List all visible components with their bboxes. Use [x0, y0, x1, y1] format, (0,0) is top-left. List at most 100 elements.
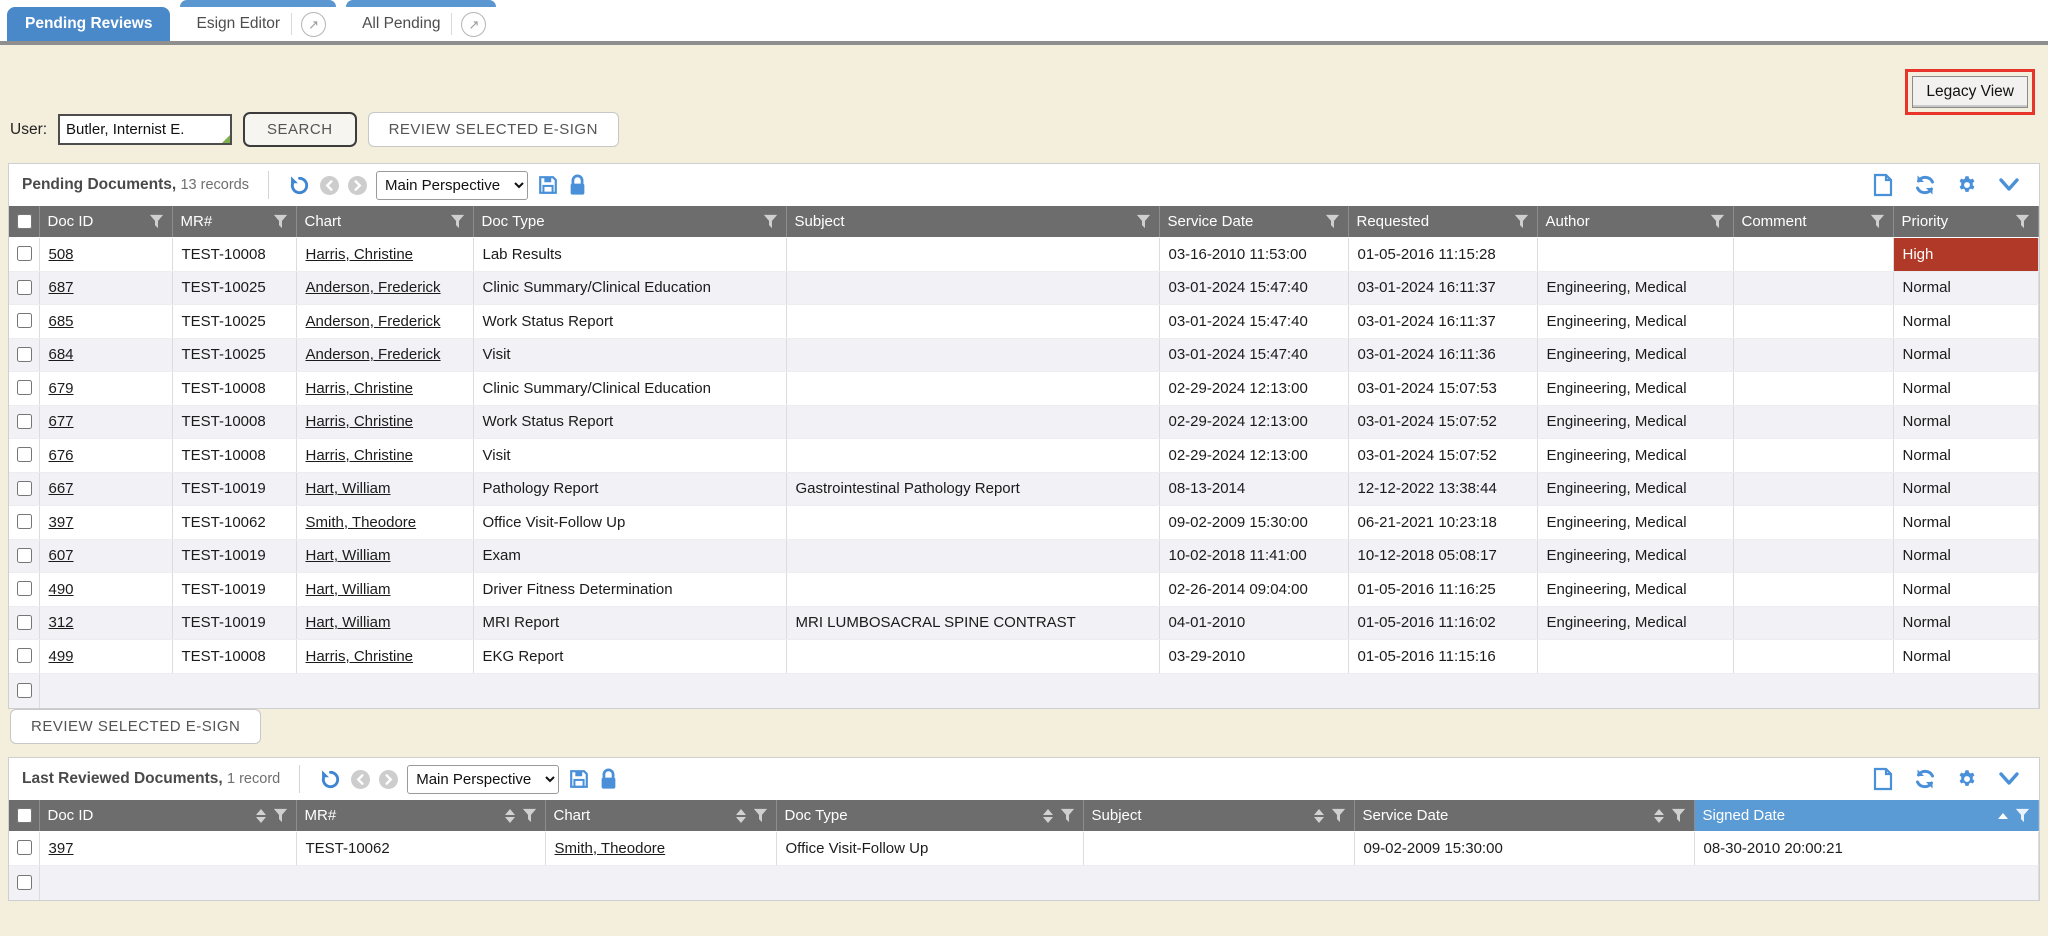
chart-link[interactable]: Anderson, Frederick: [306, 346, 441, 363]
next-perspective-icon[interactable]: [379, 770, 398, 789]
gear-icon[interactable]: [1956, 768, 1978, 790]
save-perspective-icon[interactable]: [537, 174, 559, 196]
doc-id-link[interactable]: 667: [49, 480, 74, 497]
row-checkbox[interactable]: [17, 380, 32, 395]
doc-type-cell: Exam: [473, 539, 786, 573]
doc-id-link[interactable]: 684: [49, 346, 74, 363]
gear-icon[interactable]: [1956, 174, 1978, 196]
tab-all-pending[interactable]: All Pending ↗: [346, 0, 496, 41]
row-checkbox[interactable]: [17, 548, 32, 563]
legacy-view-button[interactable]: Legacy View: [1912, 76, 2028, 108]
col-header-mr[interactable]: MR#: [296, 800, 545, 832]
undo-icon[interactable]: [288, 174, 311, 197]
doc-id-link[interactable]: 677: [49, 413, 74, 430]
col-header-subject[interactable]: Subject: [786, 206, 1159, 238]
refresh-icon[interactable]: [1913, 767, 1937, 791]
doc-id-link[interactable]: 397: [49, 840, 74, 857]
prev-perspective-icon[interactable]: [320, 176, 339, 195]
refresh-icon[interactable]: [1913, 173, 1937, 197]
chart-link[interactable]: Harris, Christine: [306, 246, 414, 263]
col-header-requested[interactable]: Requested: [1348, 206, 1537, 238]
row-checkbox[interactable]: [17, 481, 32, 496]
chart-link[interactable]: Anderson, Frederick: [306, 313, 441, 330]
select-all-checkbox[interactable]: [17, 808, 32, 823]
next-perspective-icon[interactable]: [348, 176, 367, 195]
pending-reviews-screen: Pending Reviews Esign Editor ↗ All Pendi…: [0, 0, 2048, 936]
doc-id-link[interactable]: 490: [49, 581, 74, 598]
col-header-comment[interactable]: Comment: [1733, 206, 1893, 238]
collapse-chevron-icon[interactable]: [1997, 769, 2021, 789]
external-link-icon[interactable]: ↗: [461, 12, 486, 37]
row-checkbox[interactable]: [17, 447, 32, 462]
doc-id-link[interactable]: 312: [49, 614, 74, 631]
search-button[interactable]: SEARCH: [243, 112, 357, 147]
filter-icon: [1870, 214, 1885, 229]
row-checkbox[interactable]: [17, 347, 32, 362]
doc-id-link[interactable]: 397: [49, 514, 74, 531]
row-checkbox[interactable]: [17, 280, 32, 295]
col-header-service-date[interactable]: Service Date: [1354, 800, 1694, 832]
lock-icon[interactable]: [568, 174, 587, 196]
col-header-doc-id[interactable]: Doc ID: [39, 206, 172, 238]
row-checkbox[interactable]: [17, 246, 32, 261]
row-checkbox[interactable]: [17, 313, 32, 328]
col-header-mr[interactable]: MR#: [172, 206, 296, 238]
chart-link[interactable]: Smith, Theodore: [306, 514, 417, 531]
review-selected-esign-button-top[interactable]: REVIEW SELECTED E-SIGN: [368, 112, 619, 147]
external-link-icon[interactable]: ↗: [301, 12, 326, 37]
doc-type-cell: Visit: [473, 439, 786, 473]
new-document-icon[interactable]: [1872, 767, 1894, 791]
collapse-chevron-icon[interactable]: [1997, 175, 2021, 195]
new-document-icon[interactable]: [1872, 173, 1894, 197]
chart-link[interactable]: Harris, Christine: [306, 447, 414, 464]
undo-icon[interactable]: [319, 768, 342, 791]
row-checkbox-cell: [9, 271, 39, 305]
chart-link[interactable]: Smith, Theodore: [555, 840, 666, 857]
tab-pending-reviews[interactable]: Pending Reviews: [7, 7, 170, 41]
priority-cell: Normal: [1893, 640, 2039, 674]
doc-id-link[interactable]: 679: [49, 380, 74, 397]
row-checkbox[interactable]: [17, 615, 32, 630]
chart-link[interactable]: Hart, William: [306, 480, 391, 497]
prev-perspective-icon[interactable]: [351, 770, 370, 789]
col-header-subject[interactable]: Subject: [1083, 800, 1354, 832]
perspective-select[interactable]: Main Perspective: [407, 765, 559, 794]
col-header-doc-type[interactable]: Doc Type: [776, 800, 1083, 832]
doc-id-link[interactable]: 685: [49, 313, 74, 330]
doc-id-link[interactable]: 499: [49, 648, 74, 665]
chart-link[interactable]: Harris, Christine: [306, 380, 414, 397]
tab-esign-editor[interactable]: Esign Editor ↗: [180, 0, 336, 41]
lock-icon[interactable]: [599, 768, 618, 790]
chart-link[interactable]: Anderson, Frederick: [306, 279, 441, 296]
select-all-checkbox[interactable]: [17, 214, 32, 229]
user-input[interactable]: [58, 114, 232, 145]
col-header-chart[interactable]: Chart: [545, 800, 776, 832]
perspective-select[interactable]: Main Perspective: [376, 171, 528, 200]
col-header-signed-date[interactable]: Signed Date: [1694, 800, 2039, 832]
col-header-chart[interactable]: Chart: [296, 206, 473, 238]
col-header-doc-type[interactable]: Doc Type: [473, 206, 786, 238]
col-header-service-date[interactable]: Service Date: [1159, 206, 1348, 238]
doc-id-link[interactable]: 607: [49, 547, 74, 564]
sort-icon: [1314, 809, 1324, 823]
doc-id-link[interactable]: 687: [49, 279, 74, 296]
row-checkbox[interactable]: [17, 683, 32, 698]
doc-id-link[interactable]: 676: [49, 447, 74, 464]
row-checkbox[interactable]: [17, 581, 32, 596]
col-header-author[interactable]: Author: [1537, 206, 1733, 238]
chart-link[interactable]: Harris, Christine: [306, 648, 414, 665]
chart-link[interactable]: Hart, William: [306, 614, 391, 631]
row-checkbox[interactable]: [17, 840, 32, 855]
row-checkbox[interactable]: [17, 514, 32, 529]
chart-link[interactable]: Hart, William: [306, 547, 391, 564]
row-checkbox[interactable]: [17, 875, 32, 890]
col-header-doc-id[interactable]: Doc ID: [39, 800, 296, 832]
col-header-priority[interactable]: Priority: [1893, 206, 2039, 238]
doc-id-link[interactable]: 508: [49, 246, 74, 263]
review-selected-esign-button-bottom[interactable]: REVIEW SELECTED E-SIGN: [10, 709, 261, 744]
row-checkbox[interactable]: [17, 414, 32, 429]
chart-link[interactable]: Harris, Christine: [306, 413, 414, 430]
row-checkbox[interactable]: [17, 648, 32, 663]
save-perspective-icon[interactable]: [568, 768, 590, 790]
chart-link[interactable]: Hart, William: [306, 581, 391, 598]
